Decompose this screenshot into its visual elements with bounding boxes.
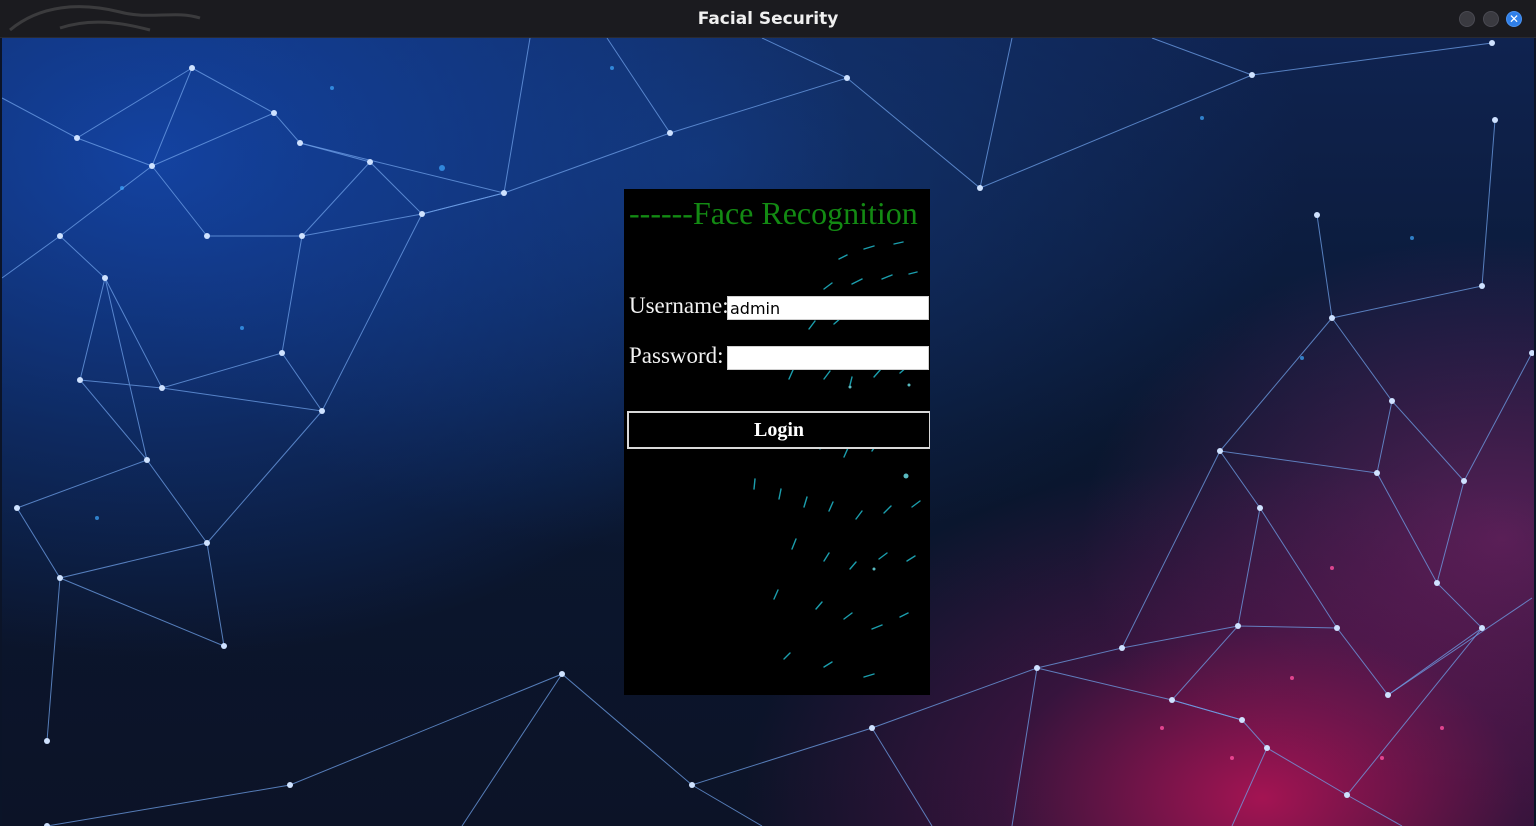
window-titlebar: Facial Security ✕ [0,0,1536,38]
minimize-button[interactable] [1459,11,1475,27]
maximize-button[interactable] [1483,11,1499,27]
password-label: Password: [629,343,724,368]
window-title: Facial Security [697,8,839,29]
kali-dragon-icon [9,5,201,32]
username-input[interactable] [727,296,929,320]
close-button[interactable]: ✕ [1506,11,1522,27]
login-panel: ------Face Recognition Username: Passwor… [624,189,930,695]
face-recognition-heading: ------Face Recognition [629,195,918,231]
login-button[interactable]: Login [627,411,930,449]
password-input[interactable] [727,346,929,370]
username-label: Username: [629,293,729,318]
